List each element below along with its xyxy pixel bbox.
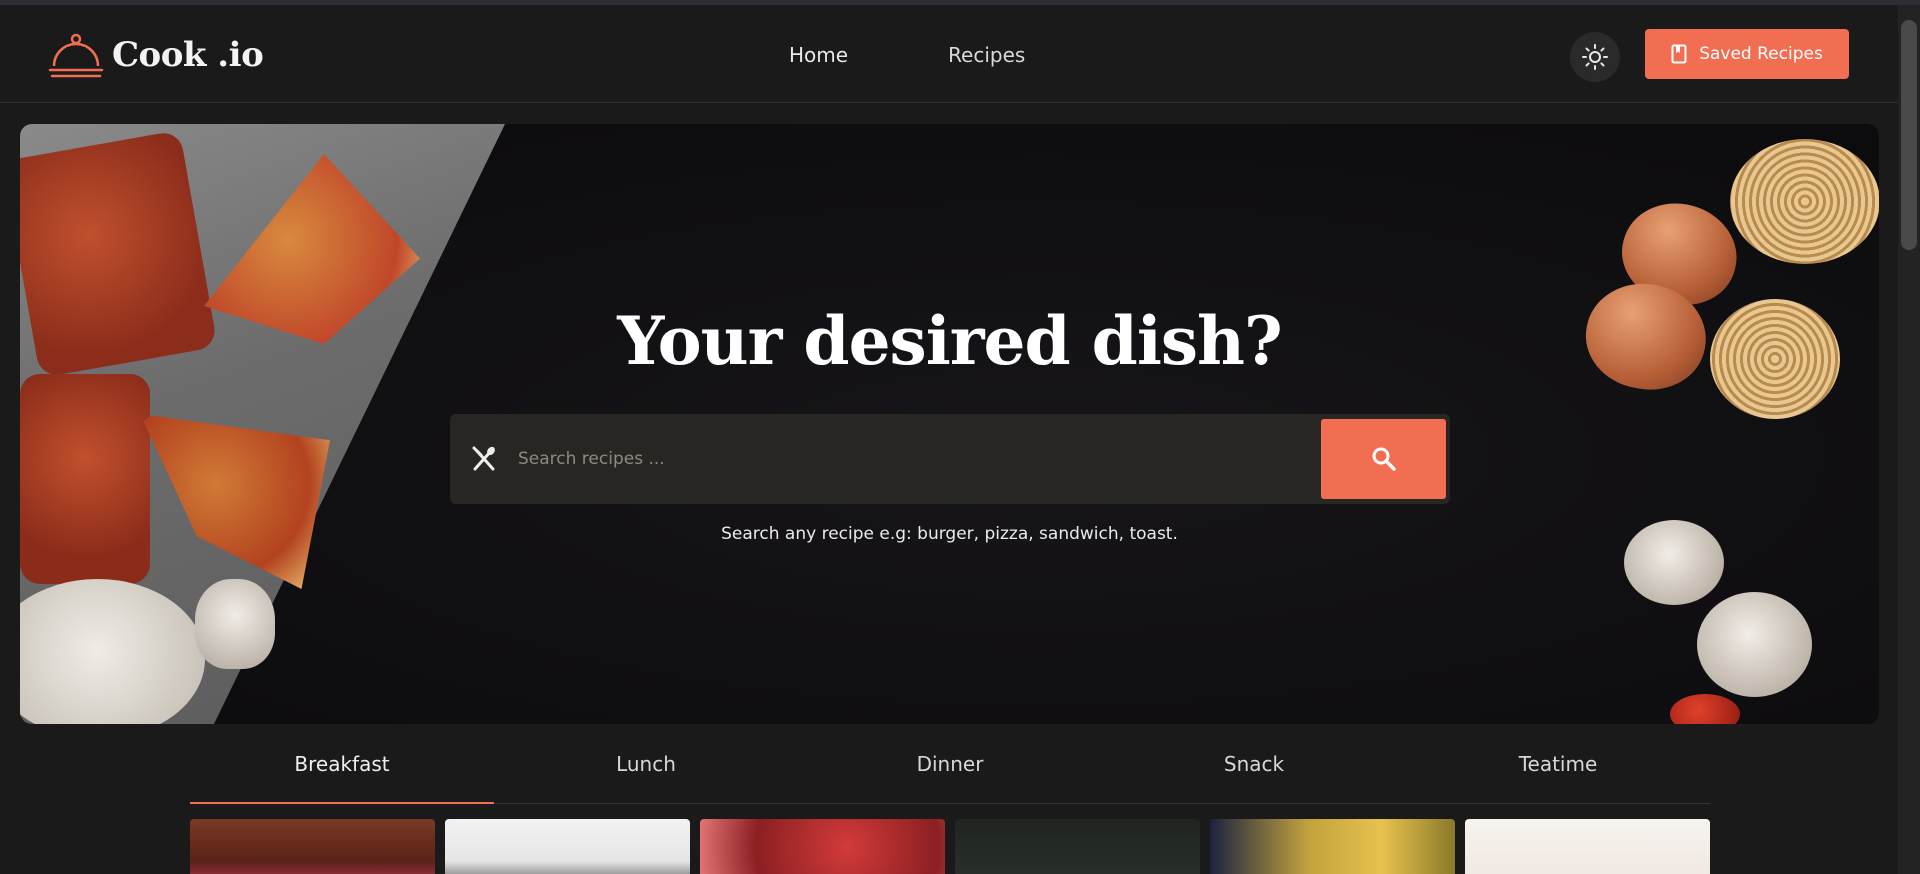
tomato-image [1670,694,1740,724]
recipe-card[interactable] [955,819,1200,874]
saved-recipes-label: Saved Recipes [1699,44,1823,64]
main-nav: Home Recipes [789,43,1025,67]
recipe-card-grid [190,819,1710,874]
search-input[interactable] [518,434,1298,484]
cloche-icon [48,33,104,78]
logo[interactable]: Cook .io [48,32,264,78]
tab-lunch[interactable]: Lunch [494,744,798,803]
recipe-card[interactable] [190,819,435,874]
tab-dinner[interactable]: Dinner [798,744,1102,803]
recipe-card[interactable] [1465,819,1710,874]
search-bar [450,414,1450,504]
theme-toggle-button[interactable] [1570,32,1620,82]
mushroom-image [195,579,275,669]
recipe-card[interactable] [1210,819,1455,874]
pasta-nest-image [1730,139,1879,264]
pizza-slice-image [20,374,150,584]
tab-breakfast[interactable]: Breakfast [190,744,494,804]
sun-icon [1582,44,1608,70]
tab-snack[interactable]: Snack [1102,744,1406,803]
hero-banner: Your desired dish? Search any recipe e.g… [20,124,1879,724]
bookmark-icon [1671,44,1687,64]
nav-home[interactable]: Home [789,43,848,67]
utensils-icon [472,446,495,471]
site-header: Cook .io Home Recipes Saved Recipes [0,5,1898,103]
hero-title: Your desired dish? [617,302,1282,380]
tab-teatime[interactable]: Teatime [1406,744,1710,803]
scrollbar-thumb[interactable] [1901,20,1917,250]
recipe-card[interactable] [445,819,690,874]
mushroom-image [1697,592,1812,697]
search-icon [1372,447,1396,471]
search-hint: Search any recipe e.g: burger, pizza, sa… [721,524,1178,544]
saved-recipes-button[interactable]: Saved Recipes [1645,29,1849,79]
meal-tabs: Breakfast Lunch Dinner Snack Teatime [190,744,1710,804]
nav-recipes[interactable]: Recipes [948,43,1025,67]
logo-text: Cook .io [112,35,264,75]
search-button[interactable] [1321,419,1446,499]
recipe-card[interactable] [700,819,945,874]
